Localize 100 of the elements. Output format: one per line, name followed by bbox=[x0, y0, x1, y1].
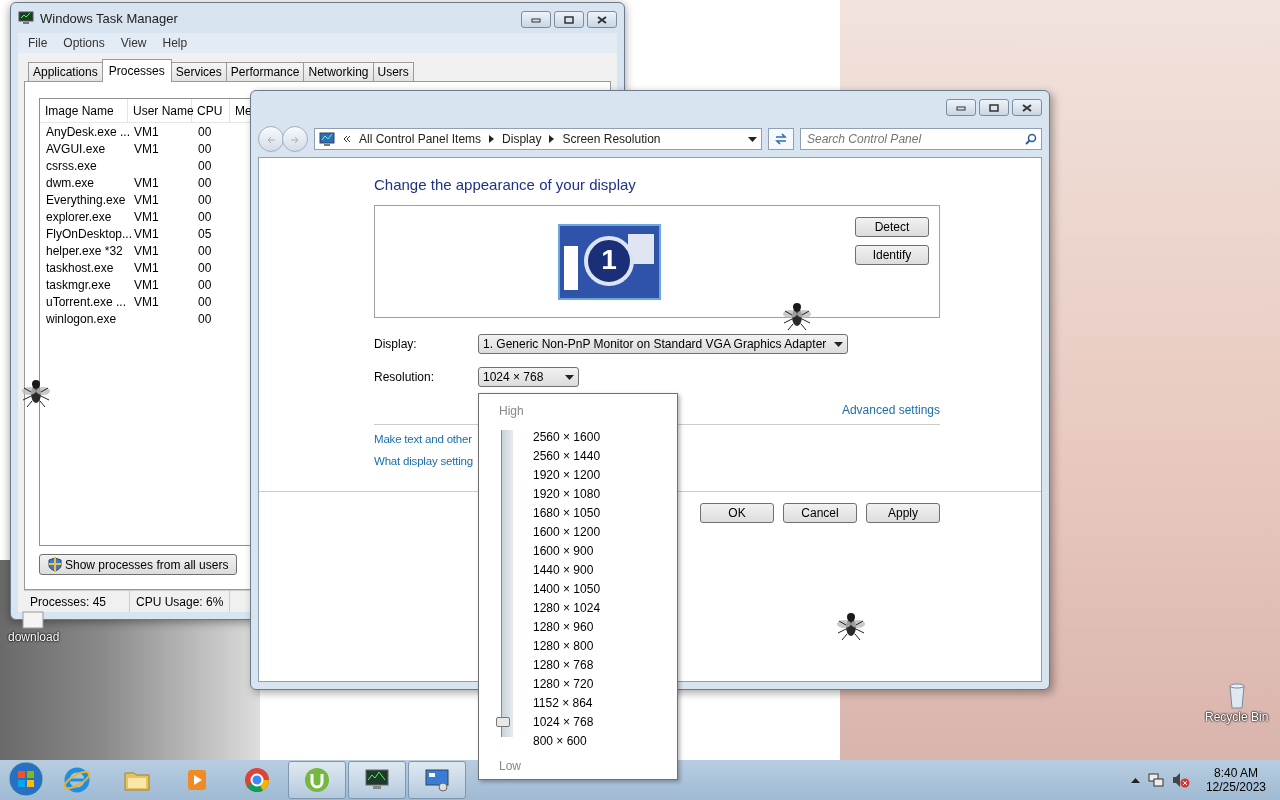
taskbar-button[interactable] bbox=[408, 761, 466, 799]
table-cell: VM1 bbox=[134, 260, 159, 275]
resolution-option[interactable]: 1280 × 800 bbox=[531, 637, 603, 656]
minimize-icon bbox=[956, 104, 966, 111]
low-label: Low bbox=[499, 759, 522, 773]
dialog-button[interactable]: Cancel bbox=[783, 503, 857, 523]
tab[interactable]: Networking bbox=[303, 62, 374, 81]
close-icon bbox=[1022, 103, 1032, 112]
resolution-option[interactable]: 1440 × 900 bbox=[531, 561, 603, 580]
resolution-option[interactable]: 1600 × 900 bbox=[531, 542, 603, 561]
maximize-button[interactable] bbox=[554, 11, 584, 28]
column-header[interactable]: Image Name bbox=[40, 99, 128, 122]
breadcrumb-item[interactable]: Display bbox=[502, 132, 542, 146]
table-cell: AnyDesk.exe ... bbox=[46, 124, 131, 139]
double-chevron-icon bbox=[343, 135, 351, 143]
side-button[interactable]: Identify bbox=[855, 245, 929, 265]
field-label: Display: bbox=[374, 337, 418, 351]
clock[interactable]: 8:40 AM 12/25/2023 bbox=[1205, 766, 1266, 794]
resolution-option[interactable]: 1024 × 768 bbox=[531, 713, 603, 732]
show-processes-button[interactable]: Show processes from all users bbox=[39, 554, 238, 575]
table-cell: 00 bbox=[198, 209, 212, 224]
resolution-option[interactable]: 1280 × 720 bbox=[531, 675, 603, 694]
resolution-dropdown[interactable]: 1024 × 768 bbox=[478, 367, 580, 387]
resolution-option[interactable]: 1920 × 1200 bbox=[531, 466, 603, 485]
resolution-option[interactable]: 1280 × 1024 bbox=[531, 599, 603, 618]
chevron-right-icon bbox=[549, 135, 555, 143]
resolution-option[interactable]: 800 × 600 bbox=[531, 732, 603, 751]
table-cell: 05 bbox=[198, 226, 212, 241]
resolution-option[interactable]: 2560 × 1440 bbox=[531, 447, 603, 466]
caret-down-icon bbox=[834, 341, 844, 347]
table-cell: VM1 bbox=[134, 141, 159, 156]
tab[interactable]: Performance bbox=[225, 62, 305, 81]
resolution-option[interactable]: 1152 × 864 bbox=[531, 694, 603, 713]
maximize-button[interactable] bbox=[979, 99, 1009, 116]
tab[interactable]: Services bbox=[170, 62, 227, 81]
minimize-icon bbox=[531, 16, 541, 23]
address-bar[interactable]: All Control Panel Items Display Screen Resolution bbox=[314, 128, 762, 150]
side-button[interactable]: Detect bbox=[855, 217, 929, 237]
caret-down-icon bbox=[748, 136, 757, 142]
table-cell: 00 bbox=[198, 175, 212, 190]
tab[interactable]: Processes bbox=[101, 59, 172, 82]
tab[interactable]: Users bbox=[372, 62, 414, 81]
resolution-option[interactable]: 1280 × 768 bbox=[531, 656, 603, 675]
search-input[interactable]: Search Control Panel bbox=[805, 131, 1025, 147]
advanced-settings-link[interactable]: Advanced settings bbox=[841, 403, 940, 417]
refresh-icon bbox=[774, 133, 788, 145]
caret-down-icon bbox=[565, 374, 575, 380]
slider-thumb[interactable] bbox=[496, 717, 510, 727]
chevron-right-icon bbox=[489, 135, 495, 143]
resolution-option[interactable]: 1280 × 960 bbox=[531, 618, 603, 637]
column-header[interactable]: CPU bbox=[192, 99, 230, 122]
column-header[interactable]: User Name bbox=[128, 99, 192, 122]
tab[interactable]: Applications bbox=[28, 62, 103, 81]
dialog-button[interactable]: OK bbox=[700, 503, 774, 523]
menu-item[interactable]: Options bbox=[57, 36, 111, 50]
desktop-icon-label[interactable]: download bbox=[8, 630, 60, 644]
minimize-button[interactable] bbox=[946, 99, 976, 116]
volume-muted-icon[interactable] bbox=[1171, 772, 1190, 788]
menu-item[interactable]: Help bbox=[156, 36, 194, 50]
monitor-icon bbox=[18, 11, 34, 25]
table-cell: VM1 bbox=[134, 209, 159, 224]
table-cell: 00 bbox=[198, 277, 212, 292]
start-button[interactable] bbox=[6, 761, 46, 799]
resolution-option[interactable]: 1400 × 1050 bbox=[531, 580, 603, 599]
help-link[interactable]: What display setting bbox=[374, 455, 473, 467]
back-button[interactable] bbox=[258, 126, 284, 152]
table-cell: explorer.exe bbox=[46, 209, 112, 224]
field-label: Resolution: bbox=[374, 370, 436, 384]
table-cell: 00 bbox=[198, 192, 212, 207]
status-text: CPU Usage: 6% bbox=[130, 591, 231, 612]
network-icon[interactable] bbox=[1147, 772, 1164, 788]
table-cell: VM1 bbox=[134, 175, 159, 190]
table-cell: FlyOnDesktop... bbox=[46, 226, 133, 241]
close-button[interactable] bbox=[587, 11, 617, 28]
dialog-button[interactable]: Apply bbox=[866, 503, 940, 523]
breadcrumb-item[interactable]: Screen Resolution bbox=[562, 132, 661, 146]
help-link[interactable]: Make text and other bbox=[374, 433, 472, 445]
caret-up-icon[interactable] bbox=[1130, 777, 1140, 783]
resolution-option[interactable]: 1600 × 1200 bbox=[531, 523, 603, 542]
display-dropdown[interactable]: 1. Generic Non-PnP Monitor on Standard VGA Graphics Adapter bbox=[478, 334, 849, 354]
taskbar-button[interactable] bbox=[348, 761, 406, 799]
table-cell: VM1 bbox=[134, 226, 159, 241]
refresh-button[interactable] bbox=[768, 128, 794, 150]
monitor-number: 1 bbox=[600, 244, 618, 276]
resolution-option[interactable]: 2560 × 1600 bbox=[531, 428, 603, 447]
resolution-option[interactable]: 1680 × 1050 bbox=[531, 504, 603, 523]
window-title: Windows Task Manager bbox=[40, 10, 178, 26]
chrome-icon bbox=[243, 766, 271, 794]
menu-item[interactable]: File bbox=[22, 36, 54, 50]
menu-item[interactable]: View bbox=[114, 36, 153, 50]
table-cell: 00 bbox=[198, 141, 212, 156]
forward-button[interactable] bbox=[282, 126, 308, 152]
search-field[interactable]: Search Control Panel bbox=[800, 128, 1042, 150]
table-cell: 00 bbox=[198, 158, 212, 173]
resolution-option[interactable]: 1920 × 1080 bbox=[531, 485, 603, 504]
breadcrumb-item[interactable]: All Control Panel Items bbox=[359, 132, 482, 146]
shield-icon bbox=[48, 557, 62, 572]
close-button[interactable] bbox=[1012, 99, 1042, 116]
table-cell: VM1 bbox=[134, 124, 159, 139]
minimize-button[interactable] bbox=[521, 11, 551, 28]
